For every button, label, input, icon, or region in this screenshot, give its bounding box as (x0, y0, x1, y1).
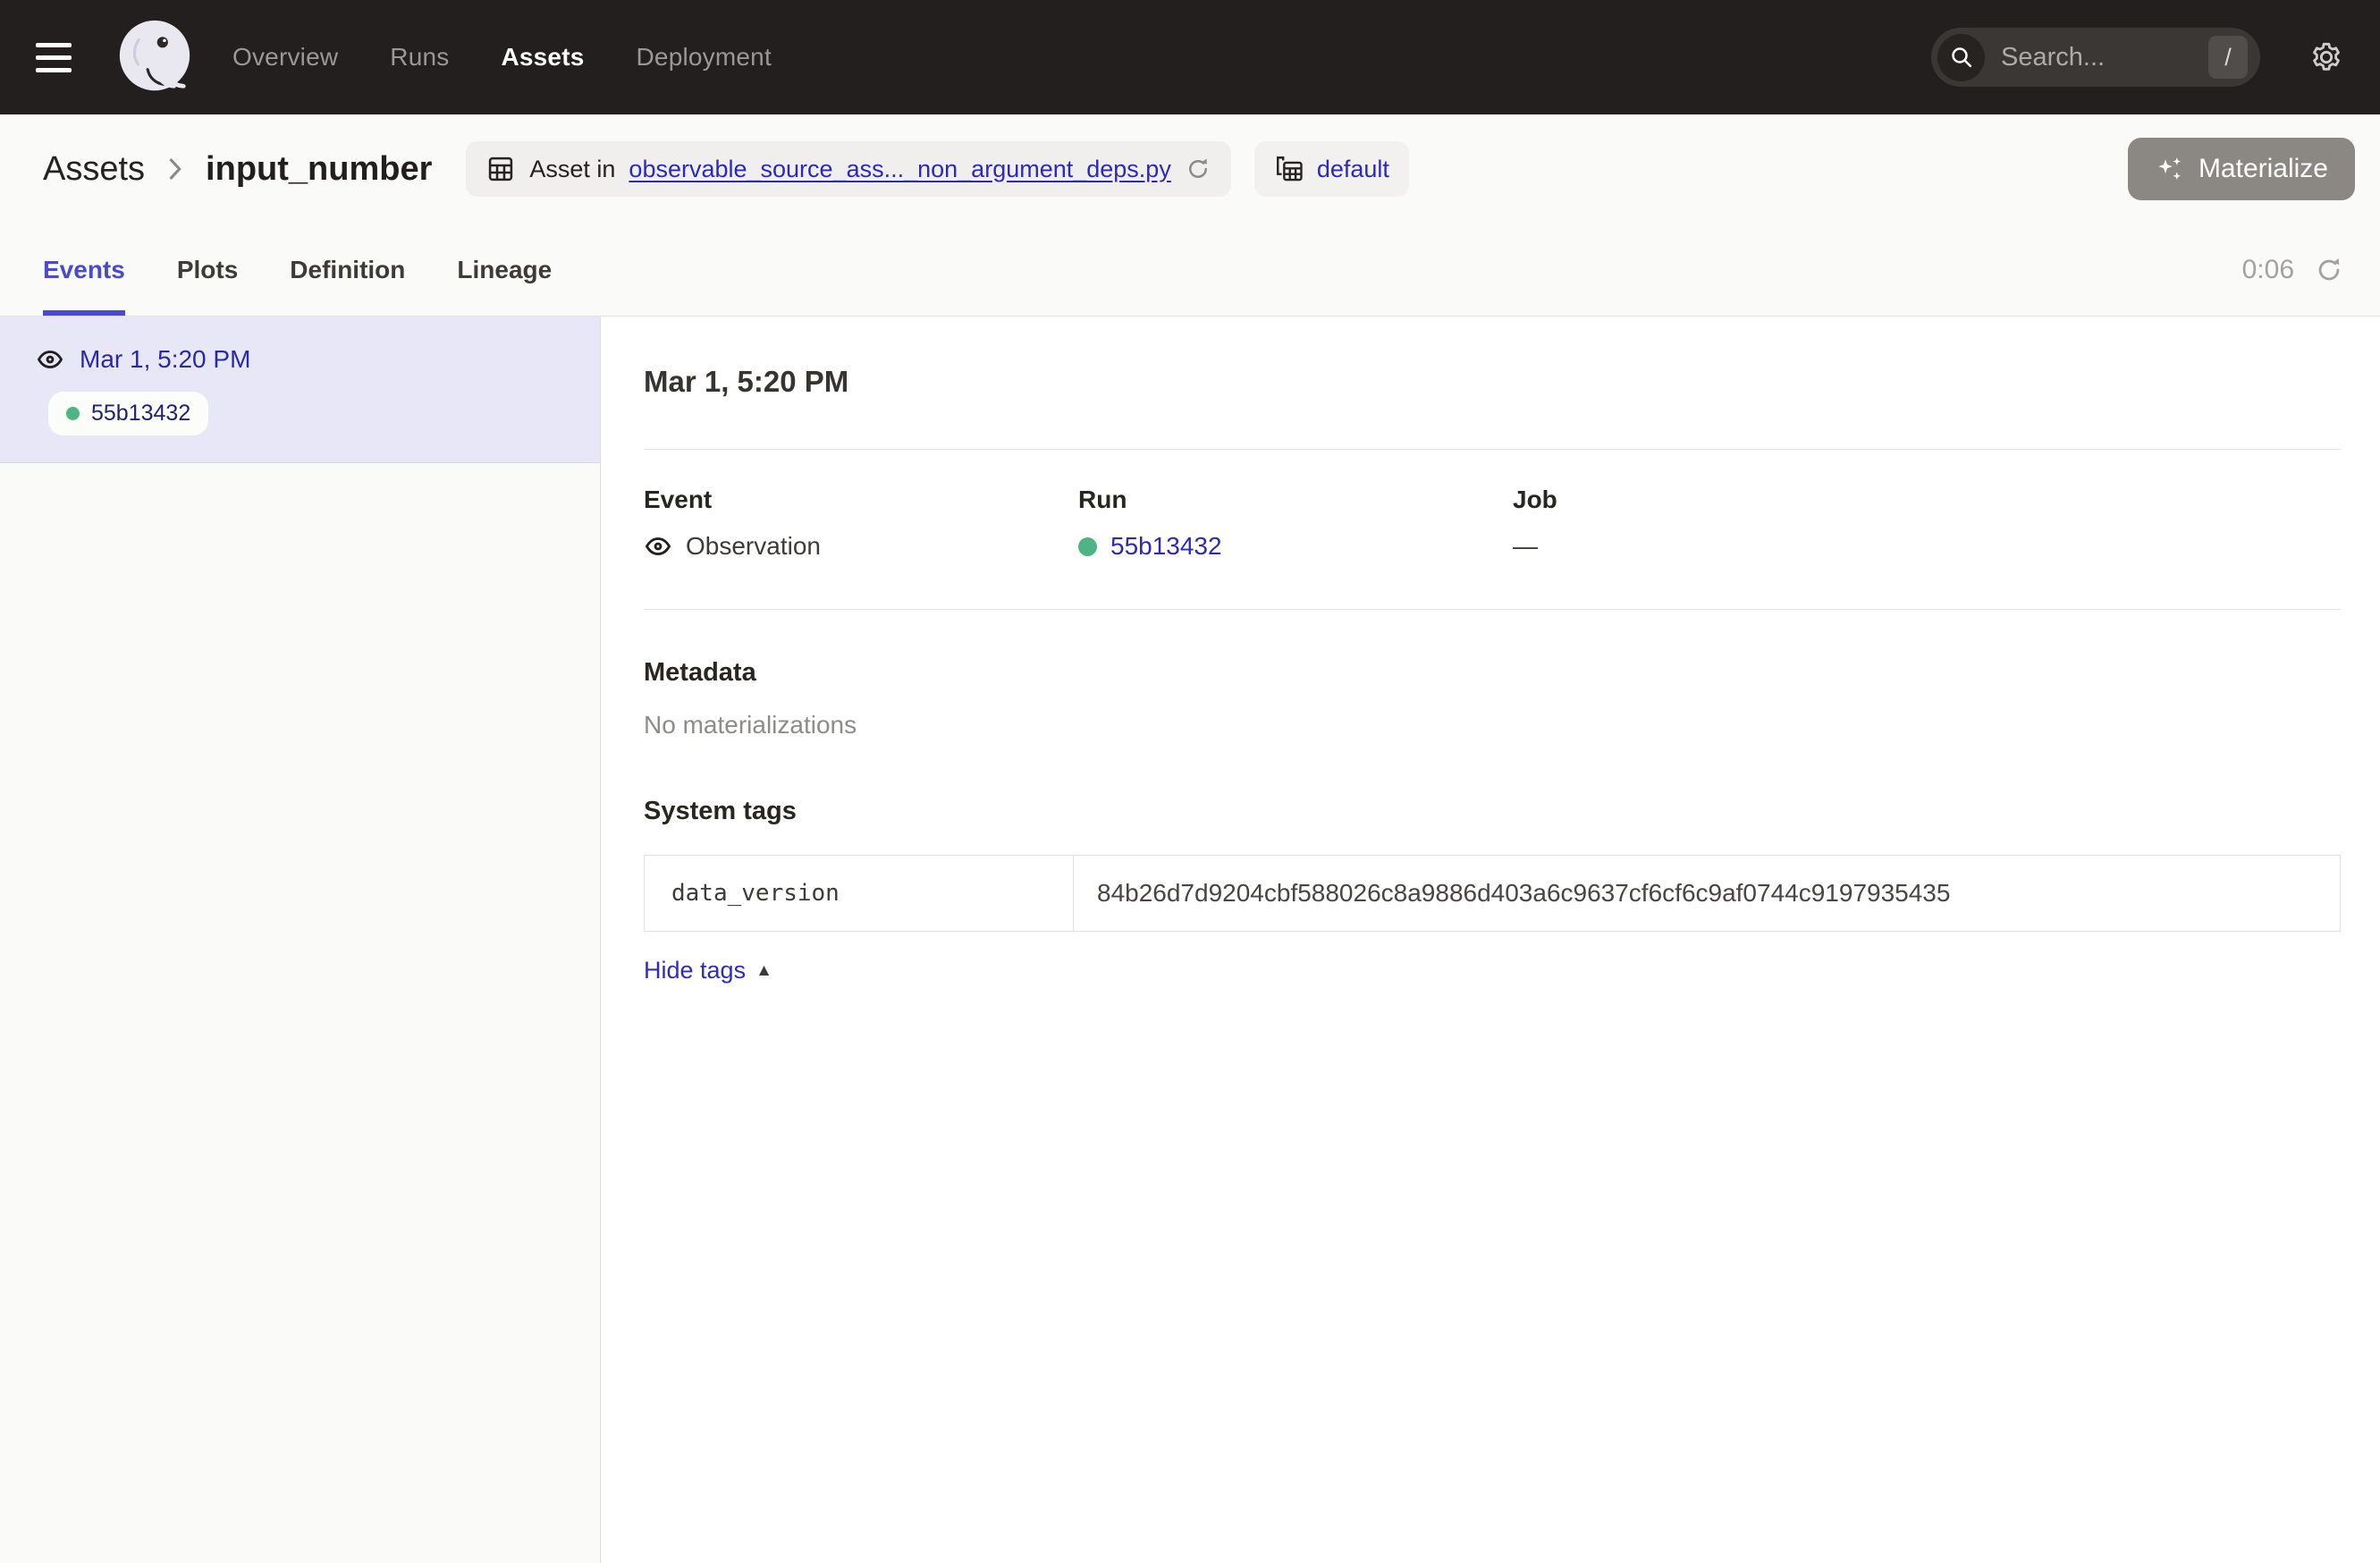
event-type-value: Observation (686, 532, 821, 561)
job-column-header: Job (1513, 486, 2341, 514)
event-summary-columns: Event Observation Run 55b1 (644, 486, 2341, 561)
refresh-area: 0:06 (2242, 224, 2344, 316)
gear-icon[interactable] (2308, 39, 2344, 75)
run-badge[interactable]: 55b13432 (48, 392, 208, 435)
event-detail-title: Mar 1, 5:20 PM (644, 317, 2341, 399)
divider (644, 449, 2341, 450)
eye-icon (644, 532, 672, 561)
tag-value-cell: 84b26d7d9204cbf588026c8a9886d403a6c9637c… (1074, 856, 2340, 931)
tabs-row: Events Plots Definition Lineage 0:06 (0, 224, 2380, 317)
event-column-header: Event (644, 486, 1078, 514)
search-box[interactable]: / (1931, 28, 2260, 87)
run-id-link[interactable]: 55b13432 (1110, 532, 1222, 561)
refresh-icon[interactable] (2314, 255, 2344, 285)
search-icon (1937, 34, 1985, 81)
breadcrumb-assets-link[interactable]: Assets (43, 150, 145, 189)
metadata-empty-text: No materializations (644, 711, 2341, 739)
nav-item-assets[interactable]: Assets (501, 43, 584, 72)
reload-icon[interactable] (1185, 156, 1211, 182)
run-status-dot (66, 407, 80, 420)
sparkle-icon (2155, 154, 2185, 184)
tab-lineage[interactable]: Lineage (457, 224, 552, 316)
tab-events[interactable]: Events (43, 224, 125, 316)
page-title: input_number (206, 150, 432, 189)
refresh-countdown: 0:06 (2242, 255, 2294, 285)
event-column: Event Observation (644, 486, 1078, 561)
nav-item-deployment[interactable]: Deployment (637, 43, 772, 72)
hide-tags-toggle[interactable]: Hide tags ▲ (644, 957, 772, 984)
breadcrumb-row: Assets input_number Asset in observable_… (0, 114, 2380, 224)
nav-item-overview[interactable]: Overview (232, 43, 338, 72)
tab-plots[interactable]: Plots (177, 224, 238, 316)
tab-definition[interactable]: Definition (290, 224, 405, 316)
table-icon (485, 154, 516, 184)
materialize-button[interactable]: Materialize (2128, 138, 2355, 200)
table-row: data_version 84b26d7d9204cbf588026c8a988… (645, 856, 2340, 931)
run-column: Run 55b13432 (1078, 486, 1513, 561)
topnav-right: / (1931, 28, 2344, 87)
search-shortcut-badge: / (2208, 36, 2248, 79)
copy-table-icon (1274, 154, 1304, 184)
asset-definition-pill: Asset in observable_source_ass..._non_ar… (466, 141, 1230, 197)
materialize-label: Materialize (2199, 154, 2328, 184)
system-tags-table: data_version 84b26d7d9204cbf588026c8a988… (644, 855, 2341, 932)
run-status-dot (1078, 537, 1097, 556)
caret-up-icon: ▲ (755, 961, 772, 981)
nav-item-runs[interactable]: Runs (390, 43, 449, 72)
run-column-header: Run (1078, 486, 1513, 514)
eye-icon (36, 345, 64, 374)
event-list-sidebar: Mar 1, 5:20 PM 55b13432 (0, 317, 601, 1563)
content-area: Mar 1, 5:20 PM 55b13432 Mar 1, 5:20 PM E… (0, 317, 2380, 1563)
top-nav: Overview Runs Assets Deployment / (0, 0, 2380, 114)
system-tags-header: System tags (644, 797, 2341, 826)
asset-in-label: Asset in (529, 156, 615, 183)
job-empty-value: — (1513, 532, 1538, 561)
search-input[interactable] (1985, 43, 2208, 72)
event-item-header: Mar 1, 5:20 PM (36, 345, 564, 374)
divider (644, 609, 2341, 610)
asset-file-link[interactable]: observable_source_ass..._non_argument_de… (629, 156, 1170, 183)
event-list-item[interactable]: Mar 1, 5:20 PM 55b13432 (0, 317, 600, 463)
event-timestamp: Mar 1, 5:20 PM (80, 345, 250, 374)
menu-icon[interactable] (36, 30, 91, 85)
chevron-right-icon (168, 156, 182, 182)
run-badge-id: 55b13432 (91, 401, 190, 427)
primary-nav: Overview Runs Assets Deployment (232, 43, 772, 72)
repo-default-link[interactable]: default (1317, 156, 1389, 183)
event-detail-panel: Mar 1, 5:20 PM Event Observation (601, 317, 2380, 1563)
dagster-logo-icon[interactable] (113, 15, 197, 99)
metadata-header: Metadata (644, 658, 2341, 688)
job-column: Job — (1513, 486, 2341, 561)
hide-tags-label: Hide tags (644, 957, 746, 984)
repo-location-pill[interactable]: default (1254, 141, 1409, 197)
tag-key-cell: data_version (645, 856, 1074, 931)
